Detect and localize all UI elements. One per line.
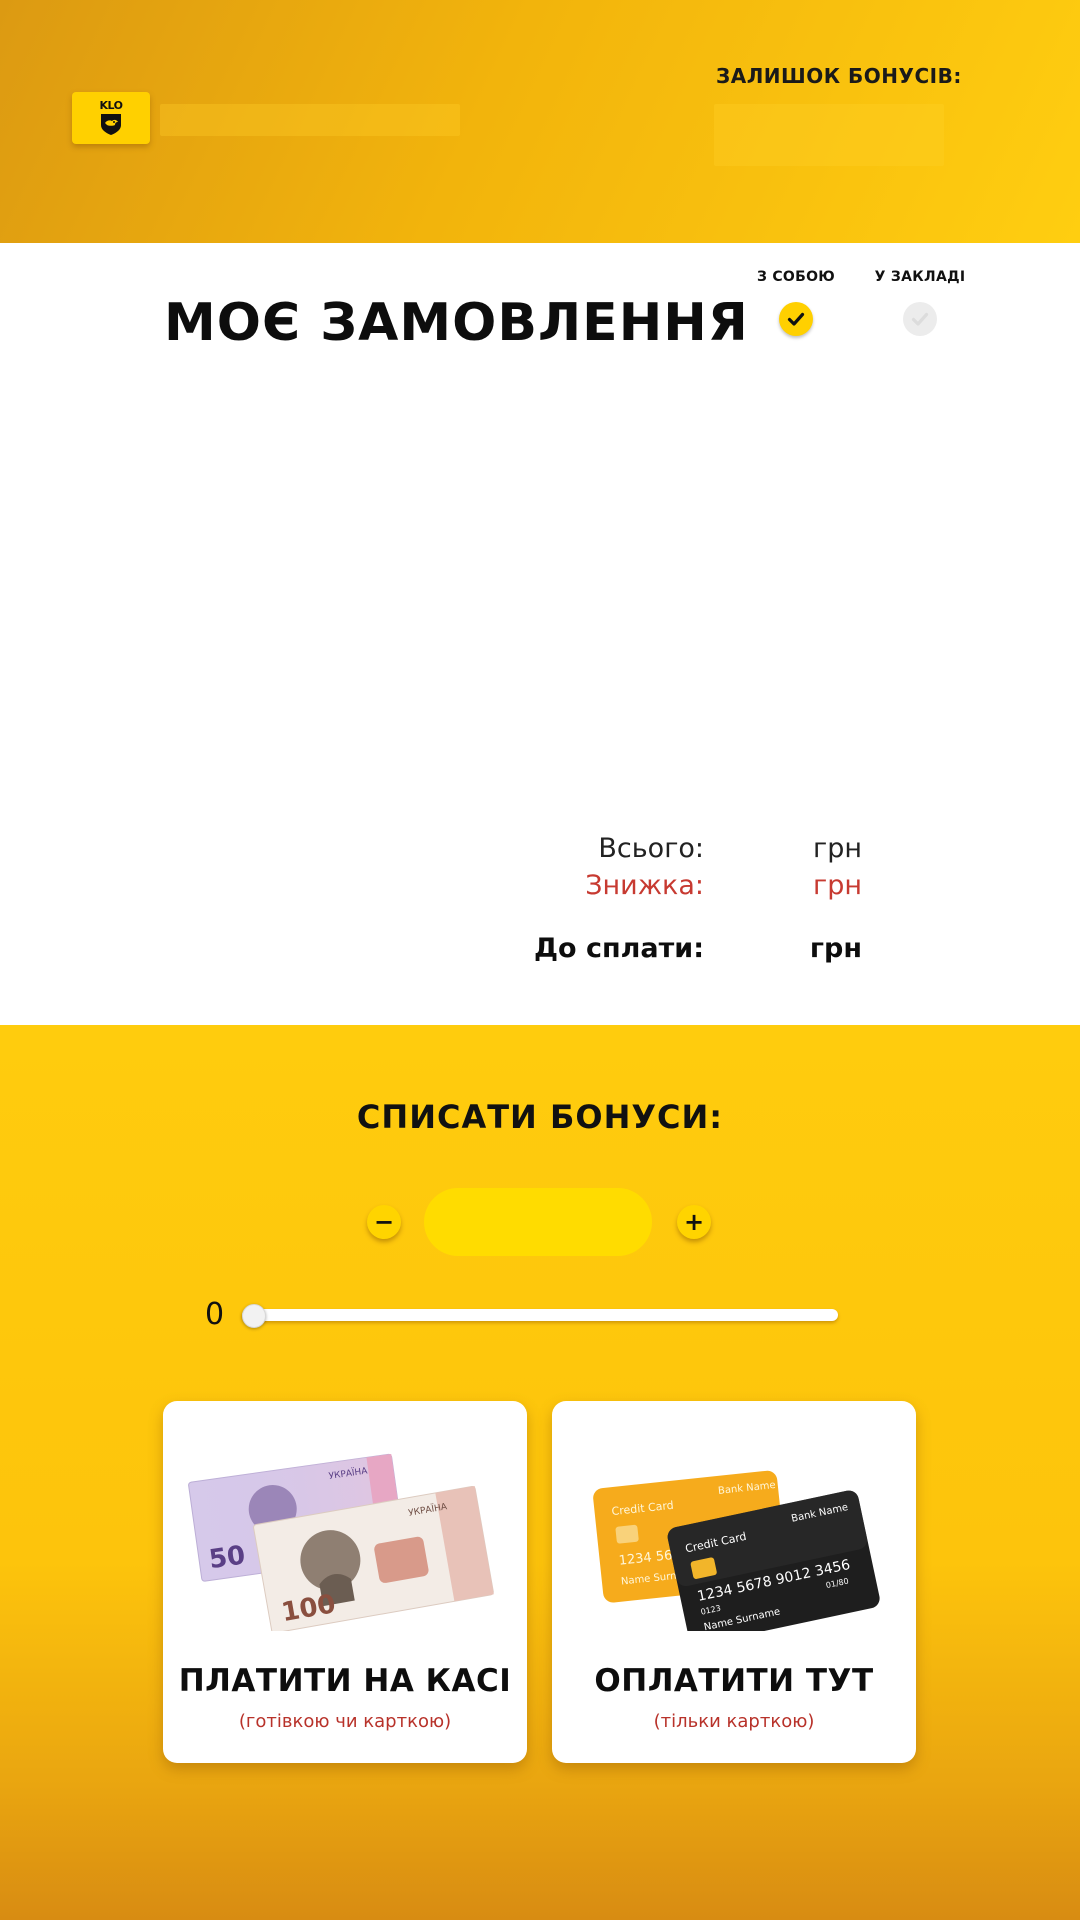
option-dine-in-checkbox[interactable] bbox=[903, 302, 937, 336]
discount-value: грн bbox=[813, 870, 862, 901]
option-dine-in[interactable]: У ЗАКЛАДІ bbox=[850, 269, 990, 336]
to-pay-value: грн bbox=[809, 933, 862, 964]
header: KLO ЗАЛИШОК БОНУСІВ: bbox=[0, 0, 1080, 243]
bonus-balance-value bbox=[714, 104, 944, 166]
bonus-slider-track[interactable] bbox=[242, 1309, 838, 1321]
shield-bird-icon bbox=[101, 114, 121, 135]
total-label: Всього: bbox=[598, 833, 704, 864]
brand-logo[interactable]: KLO bbox=[72, 92, 150, 144]
svg-text:50: 50 bbox=[207, 1540, 247, 1575]
banknotes-icon: 50 УКРАЇНА 100 УКРАЇНА bbox=[188, 1453, 494, 1631]
pay-at-cashier-button[interactable]: 50 УКРАЇНА 100 УКРАЇНА ПЛАТИТИ НА КАСІ (… bbox=[163, 1401, 527, 1763]
order-section: МОЄ ЗАМОВЛЕННЯ З СОБОЮ У ЗАКЛАДІ Всього:… bbox=[0, 243, 1080, 1025]
pay-here-button[interactable]: Credit Card Bank Name 1234 5678 9012 345… bbox=[552, 1401, 916, 1763]
pay-here-title: ОПЛАТИТИ ТУТ bbox=[594, 1663, 874, 1699]
slider-min-label: 0 bbox=[205, 1297, 225, 1332]
to-pay-label: До сплати: bbox=[533, 933, 704, 964]
bonus-slider-thumb[interactable] bbox=[242, 1304, 266, 1328]
bonus-redeem-title: СПИСАТИ БОНУСИ: bbox=[356, 1098, 724, 1136]
checkmark-icon bbox=[787, 312, 805, 326]
option-takeaway-checkbox[interactable] bbox=[779, 302, 813, 336]
page-title: МОЄ ЗАМОВЛЕННЯ bbox=[164, 293, 749, 353]
bonus-balance-label: ЗАЛИШОК БОНУСІВ: bbox=[716, 64, 962, 88]
pay-here-subtitle: (тільки карткою) bbox=[653, 1711, 815, 1732]
bonus-amount-input[interactable] bbox=[424, 1188, 652, 1256]
credit-cards-icon: Credit Card Bank Name 1234 5678 9012 345… bbox=[593, 1470, 880, 1631]
pay-at-cashier-subtitle: (готівкою чи карткою) bbox=[238, 1711, 452, 1732]
option-takeaway[interactable]: З СОБОЮ bbox=[726, 269, 866, 336]
option-dine-in-label: У ЗАКЛАДІ bbox=[874, 269, 966, 285]
discount-label: Знижка: bbox=[585, 870, 704, 901]
bonus-increment-button[interactable]: + bbox=[677, 1205, 711, 1239]
pay-at-cashier-title: ПЛАТИТИ НА КАСІ bbox=[178, 1663, 512, 1699]
user-name-placeholder bbox=[160, 104, 460, 136]
bonus-decrement-button[interactable]: − bbox=[367, 1205, 401, 1239]
logo-text: KLO bbox=[99, 99, 124, 112]
total-value: грн bbox=[813, 833, 862, 864]
option-takeaway-label: З СОБОЮ bbox=[756, 269, 836, 285]
bonus-section: СПИСАТИ БОНУСИ: − + 0 50 УКРАЇНА 100 УКР… bbox=[0, 1025, 1080, 1920]
checkmark-icon bbox=[911, 312, 929, 326]
